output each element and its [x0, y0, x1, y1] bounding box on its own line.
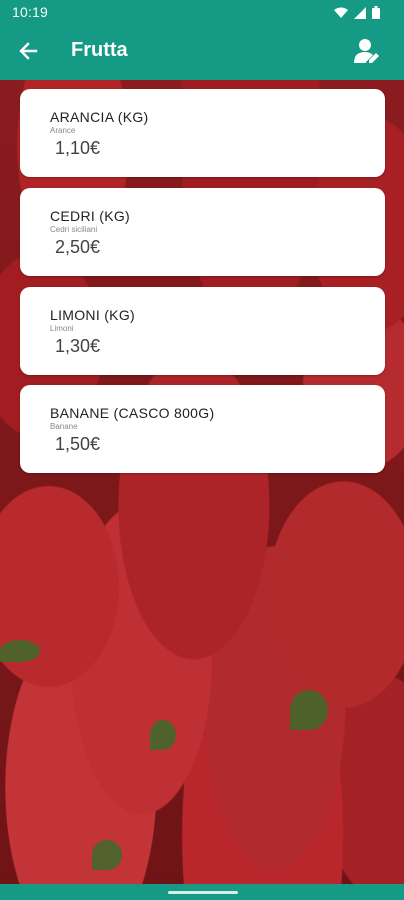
- product-price: 2,50€: [55, 237, 101, 257]
- page-title: Frutta: [71, 39, 128, 61]
- product-price: 1,10€: [55, 138, 101, 158]
- product-subtitle: Limoni: [50, 324, 74, 333]
- product-subtitle: Banane: [50, 422, 78, 431]
- home-gesture-handle[interactable]: [168, 891, 238, 894]
- product-card[interactable]: CEDRI (KG) Cedri siciliani 2,50€: [20, 188, 385, 276]
- status-time: 10:19: [12, 4, 49, 20]
- product-list-area: ARANCIA (KG) Arance 1,10€ CEDRI (KG) Ced…: [0, 80, 404, 884]
- product-subtitle: Cedri siciliani: [50, 225, 98, 234]
- product-name: LIMONI (KG): [50, 307, 135, 323]
- product-card[interactable]: BANANE (CASCO 800G) Banane 1,50€: [20, 385, 385, 473]
- product-name: BANANE (CASCO 800G): [50, 405, 215, 421]
- leaf-decoration: [290, 690, 328, 730]
- product-price: 1,30€: [55, 336, 101, 356]
- product-name: CEDRI (KG): [50, 208, 130, 224]
- arrow-left-icon: [19, 42, 38, 60]
- app-bar: Frutta: [0, 24, 404, 80]
- product-price: 1,50€: [55, 434, 101, 454]
- leaf-decoration: [0, 640, 40, 662]
- back-button[interactable]: [16, 38, 42, 64]
- product-card[interactable]: LIMONI (KG) Limoni 1,30€: [20, 287, 385, 375]
- battery-icon: [372, 6, 380, 24]
- product-card[interactable]: ARANCIA (KG) Arance 1,10€: [20, 89, 385, 177]
- leaf-decoration: [92, 840, 122, 870]
- signal-icon: [354, 6, 366, 24]
- user-edit-icon: [354, 39, 379, 63]
- status-icons: [334, 6, 380, 24]
- leaf-decoration: [150, 720, 176, 750]
- wifi-icon: [334, 6, 348, 24]
- status-bar: 10:19: [0, 0, 404, 24]
- product-name: ARANCIA (KG): [50, 109, 149, 125]
- profile-button[interactable]: [352, 36, 382, 66]
- product-subtitle: Arance: [50, 126, 76, 135]
- system-navigation-bar: [0, 884, 404, 900]
